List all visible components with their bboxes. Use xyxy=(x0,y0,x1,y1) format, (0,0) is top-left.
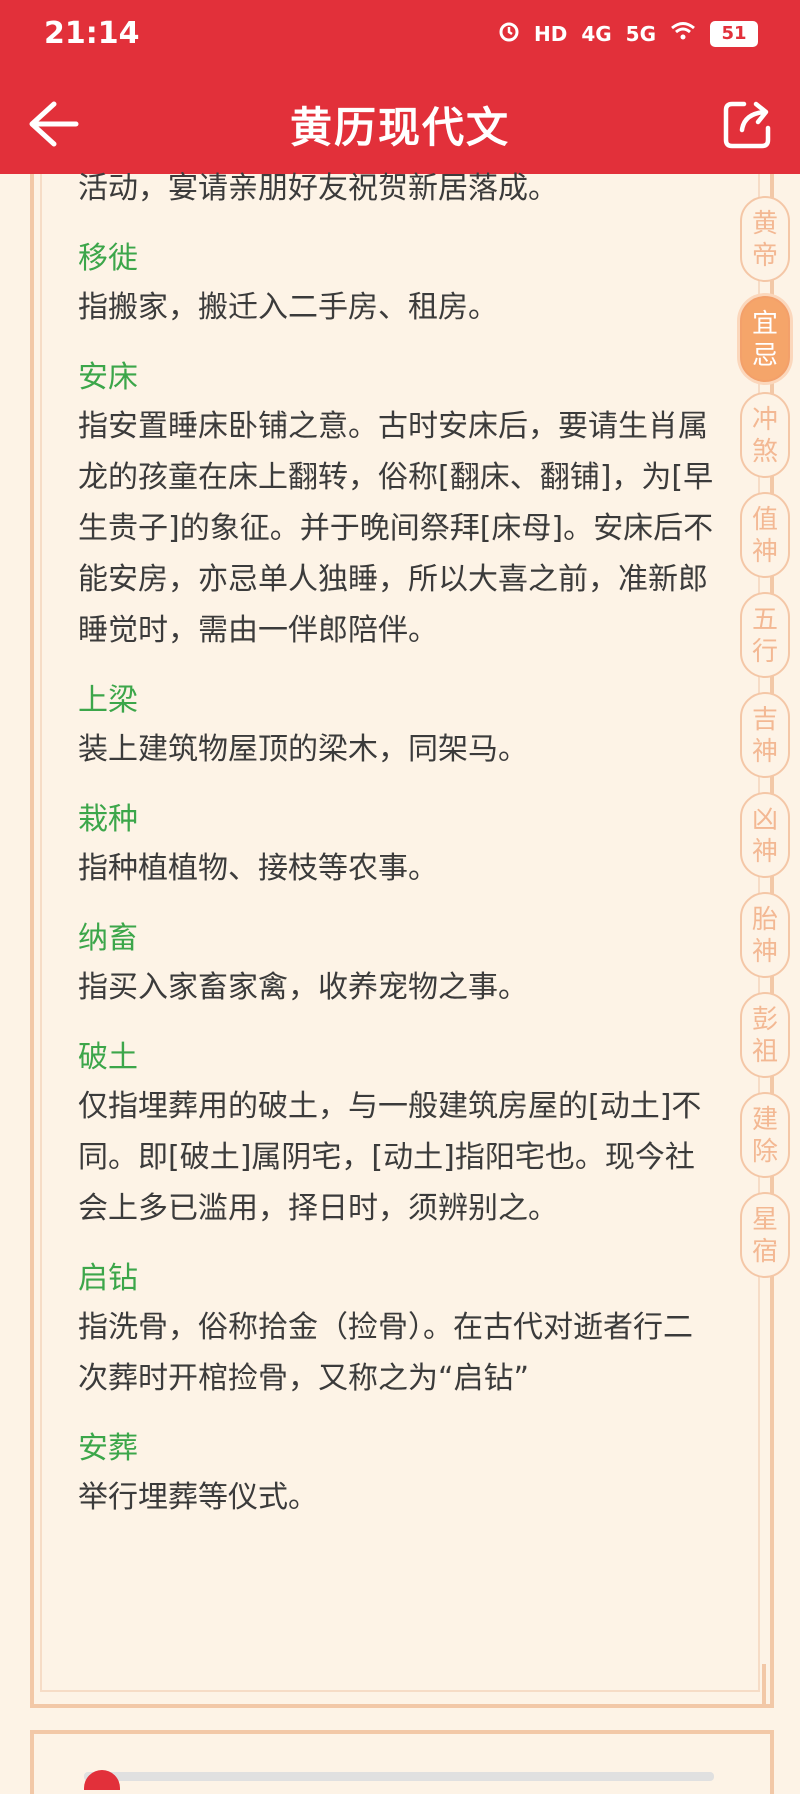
entry-term: 栽种 xyxy=(78,802,138,837)
entry-description: 指搬家，搬迁入二手房、租房。 xyxy=(78,290,498,325)
side-tab-char-bottom: 忌 xyxy=(751,341,778,371)
entry-term: 安床 xyxy=(78,360,138,395)
bottom-tab-bar xyxy=(84,1772,714,1781)
entry-item: 安葬举行埋葬等仪式。 xyxy=(78,1426,718,1523)
entry-list: 移徙指搬家，搬迁入二手房、租房。 安床指安置睡床卧铺之意。古时安床后，要请生肖属龙… xyxy=(78,236,718,1523)
side-tab-char-top: 冲 xyxy=(751,405,778,435)
status-time: 21:14 xyxy=(44,16,140,51)
hd-icon: HD xyxy=(533,21,568,46)
entry-term: 移徙 xyxy=(78,241,138,276)
side-tab-char-bottom: 除 xyxy=(751,1137,778,1167)
side-tab-char-bottom: 神 xyxy=(751,937,778,967)
side-tab-char-bottom: 宿 xyxy=(751,1237,778,1267)
side-tab-char-top: 宜 xyxy=(751,309,778,339)
side-tab[interactable]: 黄帝 xyxy=(740,196,790,282)
entry-item: 安床指安置睡床卧铺之意。古时安床后，要请生肖属龙的孩童在床上翻转，俗称[翻床、翻… xyxy=(78,355,718,656)
side-tab-char-bottom: 帝 xyxy=(751,241,778,271)
frame-corner-left xyxy=(30,1664,74,1708)
entry-term: 破土 xyxy=(78,1040,138,1075)
side-tab-char-top: 凶 xyxy=(751,805,778,835)
entry-term: 安葬 xyxy=(78,1431,138,1466)
side-tab-char-bottom: 行 xyxy=(751,637,778,667)
side-tab-char-top: 胎 xyxy=(751,905,778,935)
side-tab[interactable]: 宜忌 xyxy=(740,296,790,382)
entry-item: 纳畜指买入家畜家禽，收养宠物之事。 xyxy=(78,916,718,1013)
side-tab-char-bottom: 神 xyxy=(751,537,778,567)
side-tab-char-top: 吉 xyxy=(751,705,778,735)
side-tab-char-top: 值 xyxy=(751,505,778,535)
side-tab-char-top: 建 xyxy=(751,1105,778,1135)
entry-term: 上梁 xyxy=(78,683,138,718)
battery-icon: 51 xyxy=(710,20,758,47)
entry-item: 破土仅指埋葬用的破土，与一般建筑房屋的[动土]不同。即[破土]属阴宅，[动土]指… xyxy=(78,1035,718,1234)
nav-bar: 黄历现代文 xyxy=(0,70,800,174)
share-button[interactable] xyxy=(720,96,776,152)
side-tab-char-top: 星 xyxy=(751,1205,778,1235)
entry-item: 启钻指洗骨，俗称拾金（捡骨）。在古代对逝者行二次葬时开棺捡骨，又称之为“启钻” xyxy=(78,1256,718,1404)
header-bar: 21:14 HD 4G 5G 51 黄历现代文 xyxy=(0,0,800,174)
continued-text: 活动，宴请亲朋好友祝贺新居落成。 xyxy=(78,171,558,206)
alarm-icon xyxy=(498,20,520,47)
side-tab-char-bottom: 神 xyxy=(751,837,778,867)
entry-item: 上梁装上建筑物屋顶的梁木，同架马。 xyxy=(78,678,718,775)
entry-description: 指种植植物、接枝等农事。 xyxy=(78,851,438,886)
entry-description: 指买入家畜家禽，收养宠物之事。 xyxy=(78,970,528,1005)
share-icon xyxy=(723,101,771,149)
side-tab[interactable]: 星宿 xyxy=(740,1192,790,1278)
side-tab[interactable]: 值神 xyxy=(740,492,790,578)
side-tab[interactable]: 胎神 xyxy=(740,892,790,978)
side-tab-char-bottom: 煞 xyxy=(751,437,778,467)
entry-description: 举行埋葬等仪式。 xyxy=(78,1480,318,1515)
status-icons: HD 4G 5G 51 xyxy=(498,20,758,47)
side-tab[interactable]: 吉神 xyxy=(740,692,790,778)
status-bar: 21:14 HD 4G 5G 51 xyxy=(0,0,800,70)
frame-corner-right xyxy=(722,1664,766,1708)
entry-description: 仅指埋葬用的破土，与一般建筑房屋的[动土]不同。即[破土]属阴宅，[动土]指阳宅… xyxy=(78,1089,702,1226)
page-title: 黄历现代文 xyxy=(289,103,510,152)
entry-term: 启钻 xyxy=(78,1261,138,1296)
entry-item: 移徙指搬家，搬迁入二手房、租房。 xyxy=(78,236,718,333)
entry-description: 指安置睡床卧铺之意。古时安床后，要请生肖属龙的孩童在床上翻转，俗称[翻床、翻铺]… xyxy=(78,409,714,648)
side-tab[interactable]: 建除 xyxy=(740,1092,790,1178)
bottom-frame xyxy=(30,1730,774,1794)
entry-description: 指洗骨，俗称拾金（捡骨）。在古代对逝者行二次葬时开棺捡骨，又称之为“启钻” xyxy=(78,1310,693,1396)
side-tab-char-top: 黄 xyxy=(751,209,778,239)
entry-item: 栽种指种植植物、接枝等农事。 xyxy=(78,797,718,894)
signal-5g-icon: 5G xyxy=(625,21,656,46)
signal-4g-icon: 4G xyxy=(581,21,612,46)
side-tab[interactable]: 冲煞 xyxy=(740,392,790,478)
wifi-icon xyxy=(670,21,696,46)
entry-description: 装上建筑物屋顶的梁木，同架马。 xyxy=(78,732,528,767)
side-tab[interactable]: 彭祖 xyxy=(740,992,790,1078)
side-tab-char-bottom: 祖 xyxy=(751,1037,778,1067)
side-tab-char-top: 彭 xyxy=(751,1005,778,1035)
side-tab-char-bottom: 神 xyxy=(751,737,778,767)
side-tab[interactable]: 五行 xyxy=(740,592,790,678)
side-tab[interactable]: 凶神 xyxy=(740,792,790,878)
article-content: 活动，宴请亲朋好友祝贺新居落成。 移徙指搬家，搬迁入二手房、租房。 安床指安置睡床… xyxy=(78,171,718,1545)
side-tab-char-top: 五 xyxy=(751,605,778,635)
entry-term: 纳畜 xyxy=(78,921,138,956)
